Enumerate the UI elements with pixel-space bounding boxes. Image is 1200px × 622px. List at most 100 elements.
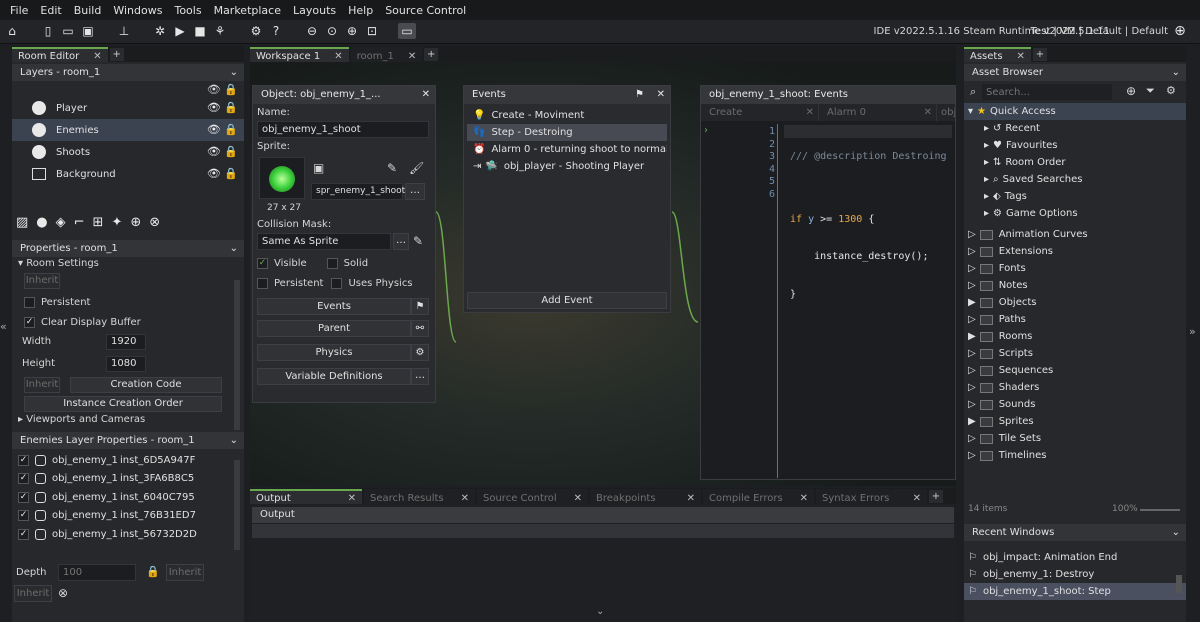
help-icon[interactable]: ? [268,23,284,39]
variable-definitions-button[interactable]: Variable Definitions [257,368,411,385]
eye-lock-icon[interactable]: 👁 🔒 [207,101,238,114]
add-icon[interactable]: ⊕ [1126,84,1136,98]
event-create[interactable]: 💡 Create - Moviment [467,107,667,124]
instance-row[interactable]: ✓ obj_enemy_1 inst_76B31ED7 [12,507,244,526]
inherit-button[interactable]: Inherit [14,585,52,602]
asset-search-input[interactable] [982,84,1112,100]
quick-tags[interactable]: ▸ ⬖ Tags [964,188,1186,205]
new-file-icon[interactable]: ▯ [40,23,56,39]
monitor-icon[interactable]: ▭ [398,23,416,39]
depth-inherit-button[interactable]: Inherit [166,564,204,581]
viewports-section[interactable]: ▸ Viewports and Cameras [12,412,244,428]
menu-source-control[interactable]: Source Control [379,4,472,17]
folder-sprites[interactable]: ▶ Sprites [964,413,1186,430]
package-icon[interactable]: ⊥ [116,23,132,39]
enemies-layer-header[interactable]: Enemies Layer Properties - room_1 ⌄ [12,432,244,449]
stop-icon[interactable]: ■ [192,23,208,39]
layers-header[interactable]: Layers - room_1 ⌄ [12,64,244,81]
close-icon[interactable]: ✕ [687,491,695,504]
inherit-button[interactable]: Inherit [24,273,60,289]
menu-build[interactable]: Build [68,4,108,17]
menu-file[interactable]: File [4,4,34,17]
tab-room-editor[interactable]: Room Editor ✕ [12,47,108,62]
recent-window-item-selected[interactable]: ⚐ obj_enemy_1_shoot: Step [964,583,1186,600]
recent-scrollbar[interactable] [1176,575,1182,593]
close-icon[interactable]: ✕ [93,49,101,62]
quick-saved-searches[interactable]: ▸ ⌕ Saved Searches [964,171,1186,188]
instance-checkbox[interactable]: ✓ [18,491,29,503]
flag-icon[interactable]: ⚑ [635,86,644,104]
menu-windows[interactable]: Windows [107,4,168,17]
add-background-layer-icon[interactable]: ▨ [16,215,28,230]
menu-tools[interactable]: Tools [168,4,207,17]
properties-header[interactable]: Properties - room_1 ⌄ [12,240,244,257]
add-tab-button[interactable]: + [424,48,439,61]
instance-creation-order-button[interactable]: Instance Creation Order [24,396,222,412]
recent-window-item[interactable]: ⚐ obj_enemy_1: Destroy [964,566,1186,583]
clean-icon[interactable]: ⚘ [212,23,228,39]
object-window-header[interactable]: Object: obj_enemy_1_... ✕ [253,86,435,104]
more-icon[interactable]: … [411,368,429,385]
layer-player[interactable]: Player 👁 🔒 [12,97,244,119]
collision-browse-button[interactable]: … [393,233,409,250]
menu-layouts[interactable]: Layouts [287,4,342,17]
tab-alarm-0[interactable]: Alarm 0 ✕ [819,104,937,121]
room-settings-section[interactable]: ▾ Room Settings [12,257,244,271]
code-editor-header[interactable]: obj_enemy_1_shoot: Events [701,86,955,104]
menu-marketplace[interactable]: Marketplace [208,4,287,17]
debug-icon[interactable]: ✲ [152,23,168,39]
code-text[interactable]: /// @description Destroing if y >= 1300 … [790,126,947,351]
gear-icon[interactable]: ⚙ [411,344,429,361]
recent-windows-header[interactable]: Recent Windows ⌄ [964,524,1186,541]
tab-search-results[interactable]: Search Results ✕ [364,489,475,504]
add-tab-button[interactable]: + [1032,48,1047,61]
creation-code-button[interactable]: Creation Code [70,377,222,393]
collapse-right-icon[interactable]: » [1189,325,1196,338]
new-sprite-icon[interactable]: ▣ [313,161,324,175]
brush-icon[interactable]: 🖌 [409,161,424,175]
instance-row[interactable]: ✓ obj_enemy_1 inst_3FA6B8C5 [12,470,244,489]
layer-enemies[interactable]: Enemies 👁 🔒 [12,119,244,141]
instance-row[interactable]: ✓ obj_enemy_1 inst_56732D2D [12,525,244,544]
tab-source-control[interactable]: Source Control ✕ [477,489,588,504]
tab-create[interactable]: Create ✕ [701,104,819,121]
visible-checkbox[interactable]: ✓ [257,257,268,269]
inherit-button[interactable]: Inherit [24,377,60,393]
close-icon[interactable]: ✕ [657,86,665,104]
sprite-field[interactable]: spr_enemy_1_shoot [311,183,405,200]
close-icon[interactable]: ✕ [348,491,356,504]
instance-checkbox[interactable]: ✓ [18,510,29,522]
folder-shaders[interactable]: ▷ Shaders [964,379,1186,396]
add-asset-layer-icon[interactable]: ⊞ [93,215,104,230]
close-icon[interactable]: ✕ [1017,49,1025,62]
folder-objects[interactable]: ▶ Objects [964,294,1186,311]
tab-breakpoints[interactable]: Breakpoints ✕ [590,489,701,504]
close-icon[interactable]: ✕ [422,86,430,104]
tab-obj[interactable]: obj [937,104,955,121]
zoom-reset-icon[interactable]: ⊙ [324,23,340,39]
fit-icon[interactable]: ⊡ [364,23,380,39]
close-icon[interactable]: ✕ [924,104,932,121]
target-icon[interactable]: ⊕ [1172,23,1188,39]
folder-timelines[interactable]: ▷ Timelines [964,447,1186,464]
eye-lock-icon[interactable]: 👁 🔒 [207,145,238,158]
event-collision[interactable]: ⇥ 🛸 obj_player - Shooting Player [467,158,667,175]
layer-shoots[interactable]: Shoots 👁 🔒 [12,141,244,163]
add-tile-layer-icon[interactable]: ◈ [56,215,66,230]
collapse-left-icon[interactable]: « [0,320,10,333]
clear-buffer-checkbox[interactable]: ✓ [24,316,35,328]
close-icon[interactable]: ✕ [334,49,342,62]
tab-syntax-errors[interactable]: Syntax Errors ✕ [816,489,927,504]
solid-checkbox[interactable] [326,257,338,269]
target-info[interactable]: Test | VM | Default | Default [1031,26,1168,37]
sprite-browse-button[interactable]: … [405,183,425,200]
height-field[interactable]: 1080 [106,356,146,372]
instance-checkbox[interactable]: ✓ [18,454,29,466]
lock-icon[interactable]: 🔒 [146,565,160,578]
instance-row[interactable]: ✓ obj_enemy_1 inst_6D5A947F [12,451,244,470]
quick-room-order[interactable]: ▸ ⇅ Room Order [964,154,1186,171]
tab-assets[interactable]: Assets ✕ [964,47,1031,62]
zoom-in-icon[interactable]: ⊕ [344,23,360,39]
visibility-lock-icons[interactable]: 👁 🔒 [207,83,238,96]
folder-sequences[interactable]: ▷ Sequences [964,362,1186,379]
